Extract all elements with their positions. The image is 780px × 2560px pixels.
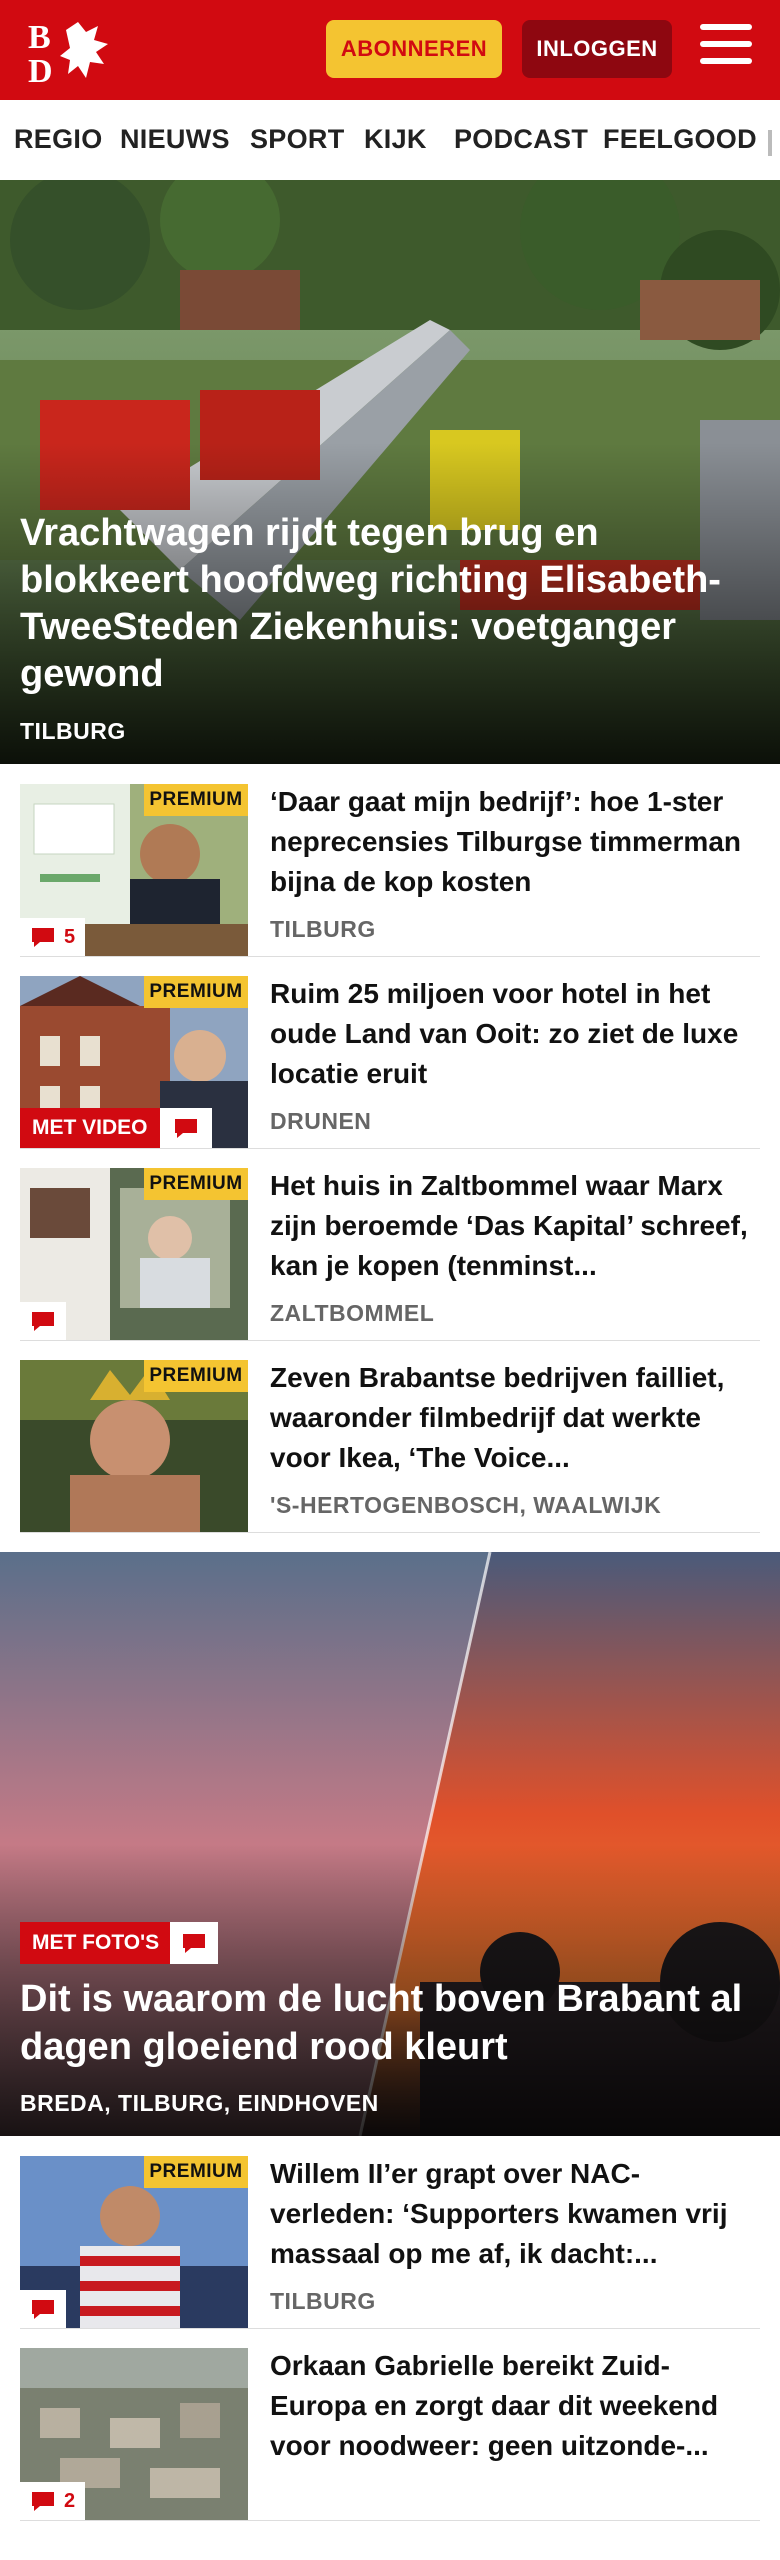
comment-icon xyxy=(32,1312,54,1331)
article-thumbnail: PREMIUM xyxy=(20,1168,248,1340)
article-title[interactable]: Willem II’er grapt over NAC-verleden: ‘S… xyxy=(270,2154,760,2274)
article-card[interactable]: PREMIUM Zeven Brabantse bedrijven failli… xyxy=(20,1360,760,1533)
hero-location: TILBURG xyxy=(20,718,126,744)
premium-badge: PREMIUM xyxy=(144,1168,248,1200)
article-thumbnail: PREMIUM xyxy=(20,1360,248,1532)
comment-icon xyxy=(183,1934,205,1953)
premium-badge: PREMIUM xyxy=(144,2156,248,2188)
nav-item-podcast[interactable]: PODCAST xyxy=(454,124,588,155)
comment-count: 2 xyxy=(64,2489,76,2512)
nav-item-kijk[interactable]: KIJK xyxy=(364,124,427,155)
menu-icon[interactable] xyxy=(700,24,752,74)
article-title[interactable]: ‘Daar gaat mijn bedrijf’: hoe 1-ster nep… xyxy=(270,782,760,902)
subscribe-button[interactable]: ABONNEREN xyxy=(326,20,502,78)
comment-indicator xyxy=(170,1922,218,1964)
premium-badge: PREMIUM xyxy=(144,1360,248,1392)
article-thumbnail: PREMIUM 5 xyxy=(20,784,248,956)
premium-badge: PREMIUM xyxy=(144,784,248,816)
bd-logo[interactable]: B D xyxy=(26,18,116,90)
nav-overflow-hint xyxy=(768,130,772,156)
article-location: TILBURG xyxy=(270,2288,376,2314)
top-bar: B D ABONNEREN INLOGGEN xyxy=(0,0,780,100)
article-location: ZALTBOMMEL xyxy=(270,1300,435,1326)
comment-indicator xyxy=(20,2290,66,2328)
login-button[interactable]: INLOGGEN xyxy=(522,20,672,78)
hero-title[interactable]: Vrachtwagen rijdt tegen brug en blokkeer… xyxy=(20,510,760,698)
article-title[interactable]: Het huis in Zaltbommel waar Marx zijn be… xyxy=(270,1166,760,1286)
comment-indicator xyxy=(20,1302,66,1340)
article-thumbnail: PREMIUM MET VIDEO xyxy=(20,976,248,1148)
nav-item-nieuws[interactable]: NIEUWS xyxy=(120,124,230,155)
comment-count: 5 xyxy=(64,925,76,948)
article-card[interactable]: PREMIUM 5 ‘Daar gaat mijn bedrijf’: hoe … xyxy=(20,784,760,957)
nav-item-regio[interactable]: REGIO xyxy=(14,124,103,155)
comment-indicator: 2 xyxy=(20,2482,86,2520)
comment-icon xyxy=(32,2300,54,2319)
nav-item-sport[interactable]: SPORT xyxy=(250,124,345,155)
premium-badge: PREMIUM xyxy=(144,976,248,1008)
hero2-title[interactable]: Dit is waarom de lucht boven Brabant al … xyxy=(20,1975,760,2071)
article-title[interactable]: Zeven Brabantse bedrijven failliet, waar… xyxy=(270,1358,760,1478)
comment-icon xyxy=(32,2492,54,2511)
svg-text:D: D xyxy=(28,53,53,84)
article-title[interactable]: Orkaan Gabrielle bereikt Zuid-Europa en … xyxy=(270,2346,760,2466)
hero2-location: BREDA, TILBURG, EINDHOVEN xyxy=(20,2090,379,2116)
photos-label: MET FOTO'S xyxy=(20,1922,172,1964)
article-location: DRUNEN xyxy=(270,1108,372,1134)
article-card[interactable]: 2 Orkaan Gabrielle bereikt Zuid-Europa e… xyxy=(20,2348,760,2521)
svg-text:B: B xyxy=(28,19,51,56)
video-label: MET VIDEO xyxy=(20,1108,160,1148)
article-thumbnail: 2 xyxy=(20,2348,248,2520)
comment-icon xyxy=(175,1119,197,1138)
article-location: TILBURG xyxy=(270,916,376,942)
article-card[interactable]: PREMIUM Het huis in Zaltbommel waar Marx… xyxy=(20,1168,760,1341)
nav-item-feelgood[interactable]: FEELGOOD xyxy=(603,124,757,155)
article-location: 'S-HERTOGENBOSCH, WAALWIJK xyxy=(270,1492,662,1518)
section-nav: REGIO NIEUWS SPORT KIJK PODCAST FEELGOOD xyxy=(0,100,780,181)
comment-icon xyxy=(32,928,54,947)
comment-indicator xyxy=(160,1108,212,1148)
article-card[interactable]: PREMIUM Willem II’er grapt over NAC-verl… xyxy=(20,2156,760,2329)
article-thumbnail: PREMIUM xyxy=(20,2156,248,2328)
article-card[interactable]: PREMIUM MET VIDEO Ruim 25 miljoen voor h… xyxy=(20,976,760,1149)
comment-indicator: 5 xyxy=(20,918,86,956)
article-title[interactable]: Ruim 25 miljoen voor hotel in het oude L… xyxy=(270,974,760,1094)
